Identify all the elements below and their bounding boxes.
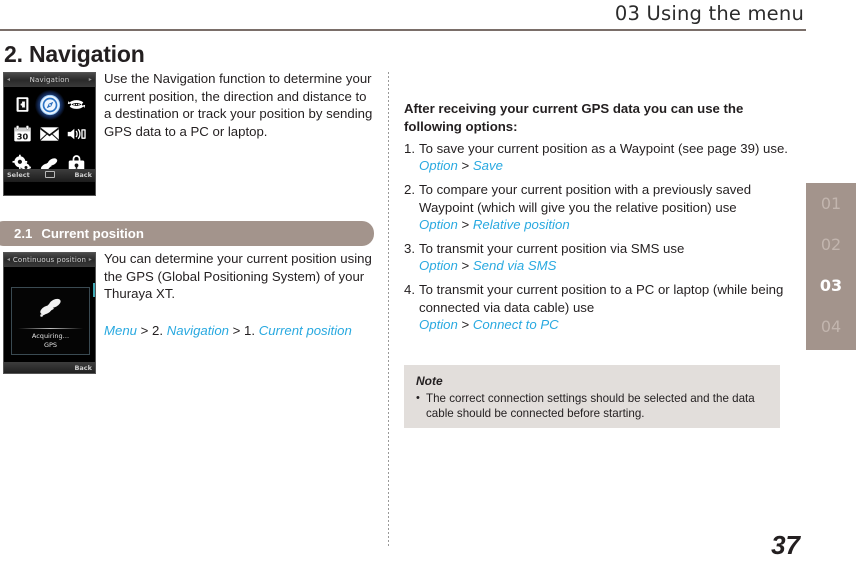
list-item-body: To transmit your current position to a P…: [419, 281, 796, 333]
calendar-icon: 30: [10, 121, 35, 149]
navigation-menu-screenshot: ◂ Navigation ▸ 30 Select Back: [3, 72, 96, 196]
option-path-prefix: Option: [419, 216, 458, 232]
list-item-index: 2.: [404, 182, 415, 198]
phone-screen-body-2: Acquiring… GPS Back: [4, 267, 95, 373]
phone-screen-body: 30 Select Back: [4, 87, 95, 182]
chevron-right-icon: ▸: [88, 256, 92, 263]
chapter-tab-03[interactable]: 03: [806, 265, 856, 306]
option-path-value: Relative position: [472, 216, 570, 232]
menu-icon-grid: 30: [4, 87, 95, 182]
options-list: 1. To save your current position as a Wa…: [404, 140, 796, 340]
chevron-left-icon: ◂: [7, 76, 11, 83]
list-item-body: To compare your current position with a …: [419, 181, 796, 233]
chapter-tab-strip: 01 02 03 04: [806, 183, 856, 350]
option-path-prefix: Option: [419, 316, 458, 332]
list-item-path: Option > Send via SMS: [419, 258, 556, 273]
note-title: Note: [416, 374, 443, 388]
list-item-index: 3.: [404, 241, 415, 257]
list-item-path: Option > Connect to PC: [419, 317, 559, 332]
right-column: After receiving your current GPS data yo…: [388, 0, 856, 569]
list-item-text: To transmit your current position to a P…: [419, 282, 784, 315]
sound-settings-icon: [64, 121, 89, 149]
note-bullet-item: • The correct connection settings should…: [416, 391, 768, 421]
manual-page: 03 Using the menu 2. Navigation ◂ Naviga…: [0, 0, 856, 569]
left-column: ◂ Navigation ▸ 30 Select Back Use the Na…: [0, 0, 388, 569]
option-path-sep: >: [457, 316, 473, 332]
menu-path-sep-2: >: [229, 323, 245, 338]
option-path-value: Connect to PC: [472, 316, 559, 332]
bullet-icon: •: [416, 392, 420, 404]
chapter-tab-04[interactable]: 04: [806, 306, 856, 347]
gps-status-line-1: Acquiring…: [31, 332, 70, 340]
list-item-path: Option > Relative position: [419, 217, 570, 232]
page-number: 37: [771, 530, 800, 560]
chevron-left-icon: ◂: [7, 256, 11, 263]
note-text: The correct connection settings should b…: [426, 392, 755, 420]
menu-grid-icon: [44, 169, 55, 182]
note-box: Note • The correct connection settings s…: [404, 365, 780, 428]
svg-text:30: 30: [17, 132, 29, 142]
list-item-index: 1.: [404, 141, 415, 156]
compass-icon: [34, 89, 65, 120]
list-item-path: Option > Save: [419, 158, 503, 173]
option-path-sep: >: [457, 158, 473, 174]
gps-acquiring-panel: Acquiring… GPS: [11, 287, 90, 355]
list-item-index: 4.: [404, 282, 415, 298]
phonebook-icon: [10, 91, 35, 119]
satellite-icon: [12, 288, 89, 324]
phone-softkey-bar: Select Back: [4, 169, 95, 182]
list-item: 3. To transmit your current position via…: [404, 240, 796, 274]
section-intro-text: Use the Navigation function to determine…: [104, 71, 373, 139]
subsection-title: Current position: [41, 226, 144, 241]
divider: [18, 328, 83, 329]
gps-status-line-2: GPS: [43, 340, 58, 349]
phone-screen-title-2: Continuous position: [12, 256, 87, 264]
chevron-right-icon: ▸: [88, 76, 92, 83]
option-path-value: Save: [472, 158, 503, 174]
chapter-tab-01[interactable]: 01: [806, 183, 856, 224]
phone-screen-title: Navigation: [29, 76, 70, 84]
menu-path-step1-number: 2.: [152, 323, 167, 338]
messages-icon: [37, 121, 62, 149]
softkey-back: Back: [74, 171, 92, 179]
menu-path-root: Menu: [104, 323, 137, 338]
softkey-select: Select: [7, 171, 30, 179]
chapter-tab-02[interactable]: 02: [806, 224, 856, 265]
option-path-value: Send via SMS: [472, 258, 557, 274]
list-item-text: To compare your current position with a …: [419, 182, 752, 215]
subsection-number: 2.1: [14, 226, 33, 241]
menu-path-line: Menu > 2. Navigation > 1. Current positi…: [104, 322, 384, 340]
phone-titlebar: ◂ Navigation ▸: [4, 73, 95, 87]
continuous-position-screenshot: ◂ Continuous position ▸ Acquiring… GPS B…: [3, 252, 96, 374]
option-path-prefix: Option: [419, 158, 458, 174]
list-item: 1. To save your current position as a Wa…: [404, 140, 796, 174]
menu-path-step2: Current position: [258, 323, 352, 338]
options-lead-text: After receiving your current GPS data yo…: [404, 101, 744, 134]
phone-titlebar-2: ◂ Continuous position ▸: [4, 253, 95, 267]
subsection-heading-bar: 2.1 Current position: [0, 221, 374, 246]
phone-softkey-bar-2: Back: [4, 362, 95, 373]
menu-path-step1: Navigation: [166, 323, 230, 338]
option-path-sep: >: [457, 258, 473, 274]
list-item-text: To transmit your current position via SM…: [419, 241, 685, 257]
softkey-back: Back: [74, 364, 92, 372]
option-path-sep: >: [457, 216, 473, 232]
list-item-body: To save your current position as a Waypo…: [419, 140, 796, 174]
list-item: 4. To transmit your current position to …: [404, 281, 796, 333]
subsection-body-text: You can determine your current position …: [104, 251, 372, 302]
list-item-body: To transmit your current position via SM…: [419, 240, 796, 274]
scroll-indicator: [93, 283, 95, 297]
option-path-prefix: Option: [419, 258, 458, 274]
list-item: 2. To compare your current position with…: [404, 181, 796, 233]
call-log-icon: [64, 91, 89, 119]
menu-path-step2-number: 1.: [244, 323, 259, 338]
menu-path-sep-1: >: [137, 323, 153, 338]
list-item-text: To save your current position as a Waypo…: [419, 141, 788, 156]
